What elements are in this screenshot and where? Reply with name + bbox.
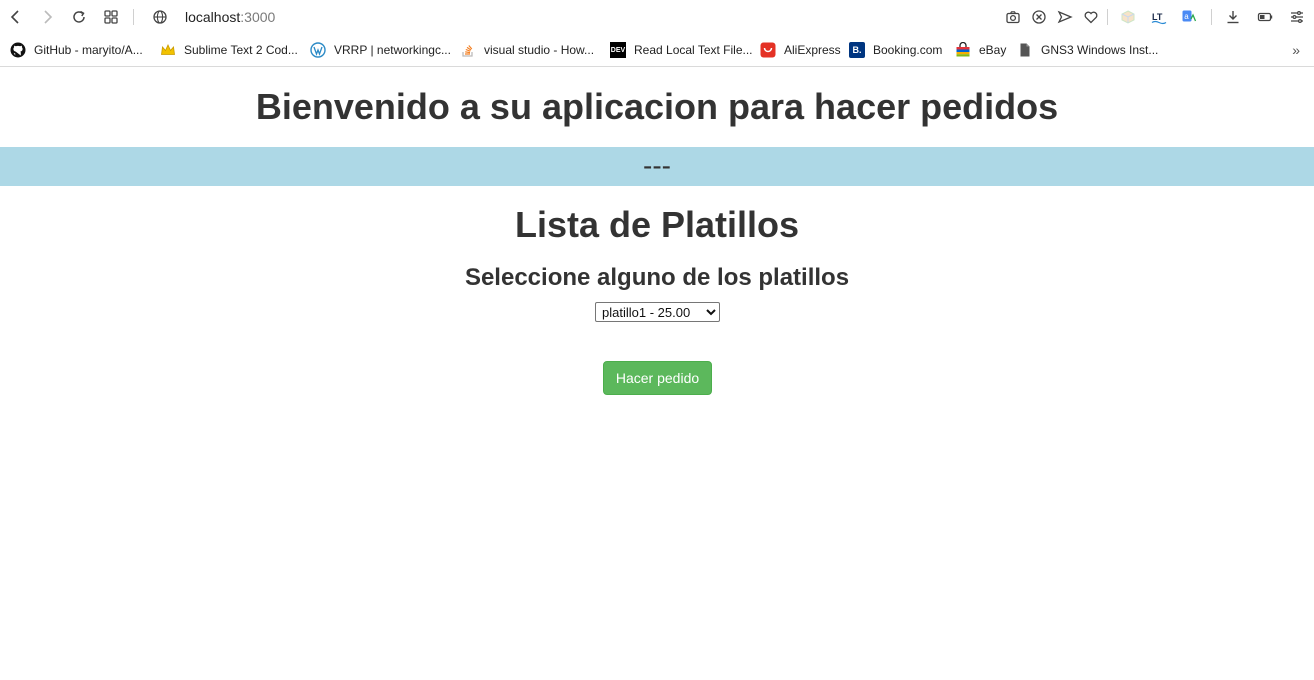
bookmark-stackoverflow[interactable]: visual studio - How... [460, 40, 594, 60]
page-content: Bienvenido a su aplicacion para hacer pe… [0, 68, 1314, 680]
url-host: localhost [185, 9, 241, 25]
bookmark-label: VRRP | networkingc... [334, 43, 451, 57]
github-icon [10, 42, 26, 58]
crown-icon [160, 42, 176, 58]
bookmark-gns3[interactable]: GNS3 Windows Inst... [1017, 40, 1158, 60]
lt-extension-icon[interactable]: LT [1149, 7, 1169, 27]
dev-badge-text: DEV [610, 46, 626, 54]
reload-icon[interactable] [69, 7, 89, 27]
bookmark-vrrp[interactable]: VRRP | networkingc... [310, 40, 451, 60]
bookmarks-more-icon[interactable]: » [1292, 42, 1300, 58]
dish-list-title: Lista de Platillos [514, 204, 800, 245]
browser-toolbar: localhost:3000 LT a [0, 0, 1314, 34]
toolbar-separator [133, 9, 134, 25]
address-bar[interactable]: localhost:3000 [185, 9, 275, 25]
download-icon[interactable] [1223, 7, 1243, 27]
booking-icon: B. [849, 42, 865, 58]
speed-dial-icon[interactable] [101, 7, 121, 27]
bookmark-label: GNS3 Windows Inst... [1041, 43, 1159, 57]
toolbar-separator [1107, 9, 1108, 25]
bookmark-label: GitHub - maryito/A... [34, 43, 143, 57]
bookmark-booking[interactable]: B. Booking.com [849, 40, 942, 60]
bookmarks-bar: GitHub - maryito/A... Sublime Text 2 Cod… [0, 34, 1314, 67]
forward-icon[interactable] [37, 7, 57, 27]
ebay-icon [955, 42, 971, 58]
globe-icon[interactable] [150, 7, 170, 27]
bookmark-label: Sublime Text 2 Cod... [184, 43, 298, 57]
toolbar-separator [1211, 9, 1212, 25]
banner-divider: --- [0, 147, 1314, 186]
translate-icon[interactable]: a [1179, 7, 1199, 27]
dish-select[interactable]: platillo1 - 25.00 [595, 302, 720, 322]
bookmark-label: Read Local Text File... [634, 43, 753, 57]
document-icon [1017, 42, 1033, 58]
page-title: Bienvenido a su aplicacion para hacer pe… [255, 86, 1059, 127]
easy-setup-icon[interactable] [1287, 7, 1307, 27]
camera-icon[interactable] [1003, 7, 1023, 27]
bookmark-label: AliExpress [784, 43, 841, 57]
heart-icon[interactable] [1081, 7, 1101, 27]
bookmark-dev[interactable]: DEV Read Local Text File... [610, 40, 753, 60]
url-port: :3000 [240, 9, 276, 25]
bookmark-label: Booking.com [873, 43, 943, 57]
svg-text:LT: LT [1152, 12, 1163, 22]
bookmark-aliexpress[interactable]: AliExpress [760, 40, 841, 60]
extension-cube-icon[interactable] [1118, 7, 1138, 27]
stackoverflow-icon [460, 42, 476, 58]
dish-select-prompt: Seleccione alguno de los platillos [464, 264, 850, 291]
dev-icon: DEV [610, 42, 626, 58]
send-icon[interactable] [1055, 7, 1075, 27]
bookmark-label: eBay [979, 43, 1007, 57]
dish-select-wrapper: platillo1 - 25.00 [595, 302, 720, 322]
back-icon[interactable] [6, 7, 26, 27]
battery-saver-icon[interactable] [1255, 7, 1275, 27]
place-order-button[interactable]: Hacer pedido [603, 361, 712, 395]
bookmark-sublime[interactable]: Sublime Text 2 Cod... [160, 40, 298, 60]
svg-text:a: a [1184, 12, 1189, 21]
aliexpress-icon [760, 42, 776, 58]
bookmark-label: visual studio - How... [484, 43, 595, 57]
adblock-icon[interactable] [1029, 7, 1049, 27]
bookmark-github[interactable]: GitHub - maryito/A... [10, 40, 143, 60]
bookmark-ebay[interactable]: eBay [955, 40, 1006, 60]
wordpress-icon [310, 42, 326, 58]
booking-badge-text: B. [852, 45, 862, 55]
